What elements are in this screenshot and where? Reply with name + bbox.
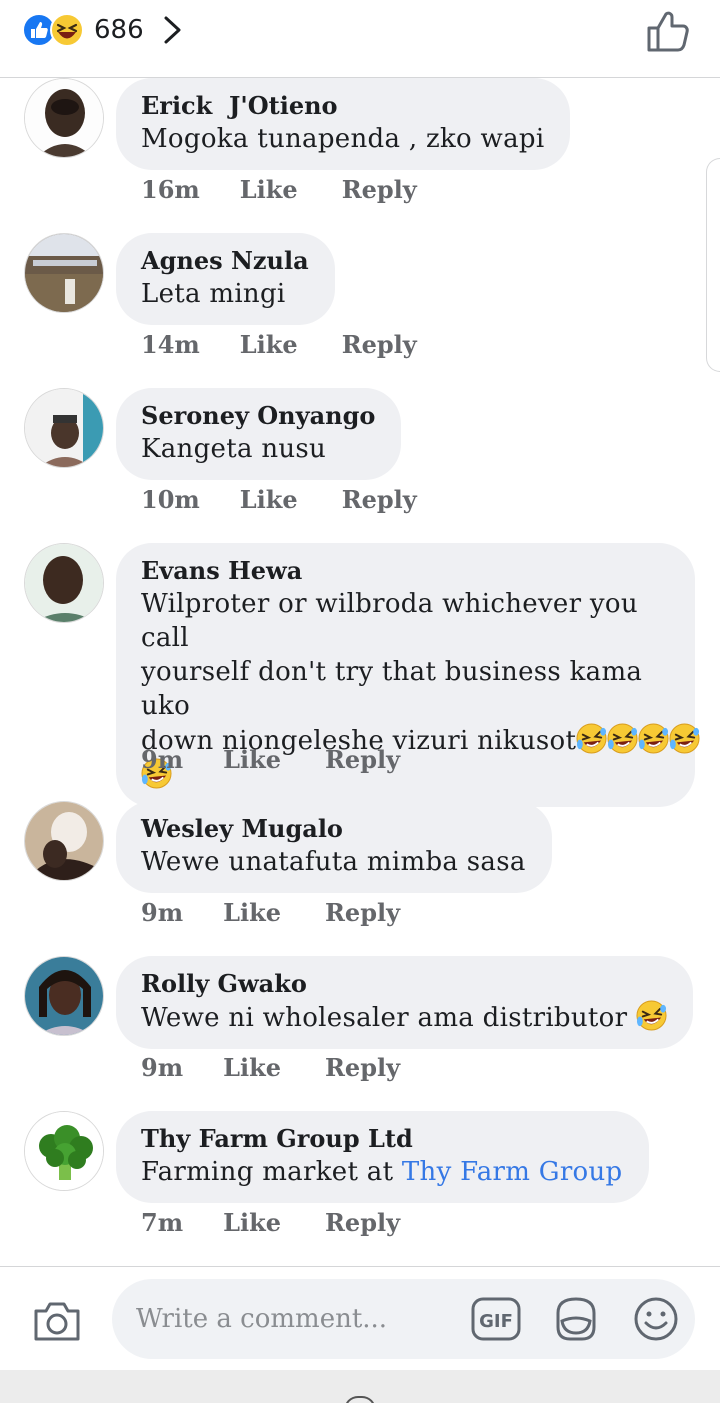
reaction-count[interactable]: 686 [94, 15, 144, 45]
comment-actions: 14m Like Reply [141, 330, 457, 360]
comment-text-line: yourself don't try that business kama uk… [141, 657, 643, 721]
home-indicator[interactable] [344, 1396, 376, 1403]
emoji-icon[interactable] [630, 1293, 682, 1345]
commenter-name[interactable]: Erick J'Otieno [141, 90, 544, 122]
commenter-name[interactable]: Agnes Nzula [141, 245, 309, 277]
comment-input-wrapper: GIF [112, 1279, 695, 1359]
comment-bubble[interactable]: Wesley Mugalo Wewe unatafuta mimba sasa [116, 801, 552, 893]
comment-time[interactable]: 10m [141, 485, 200, 515]
sticker-icon[interactable] [550, 1293, 602, 1345]
comment-text: Mogoka tunapenda , zko wapi [141, 124, 545, 154]
commenter-name[interactable]: Thy Farm Group Ltd [141, 1123, 623, 1155]
reply-link[interactable]: Reply [342, 330, 417, 360]
rofl-emoji-icon [636, 1000, 667, 1031]
comment-actions: 9m Like Reply [141, 1053, 440, 1083]
comment-actions: 16m Like Reply [141, 175, 457, 205]
avatar[interactable] [24, 388, 104, 468]
comment-time[interactable]: 7m [141, 1208, 183, 1238]
system-nav-bar [0, 1370, 720, 1403]
commenter-name[interactable]: Rolly Gwako [141, 968, 667, 1000]
like-link[interactable]: Like [223, 745, 281, 775]
like-link[interactable]: Like [240, 175, 298, 205]
like-link[interactable]: Like [240, 330, 298, 360]
commenter-name[interactable]: Seroney Onyango [141, 400, 375, 432]
comment-bubble[interactable]: Agnes Nzula Leta mingi [116, 233, 335, 325]
chevron-right-icon[interactable] [162, 15, 184, 45]
comment-text: Kangeta nusu [141, 434, 327, 464]
comment-bubble[interactable]: Thy Farm Group Ltd Farming market at Thy… [116, 1111, 649, 1203]
comment-actions: 9m Like Reply [141, 898, 440, 928]
reactions-summary[interactable]: 686 [22, 12, 184, 48]
rofl-emoji-icon [576, 723, 607, 754]
like-link[interactable]: Like [223, 898, 281, 928]
rofl-emoji-icon [669, 723, 700, 754]
avatar[interactable] [24, 801, 104, 881]
reply-link[interactable]: Reply [342, 175, 417, 205]
reply-link[interactable]: Reply [325, 898, 400, 928]
comment-text-with-link: Farming market at Thy Farm Group [141, 1155, 623, 1189]
haha-icon [50, 13, 84, 47]
like-button-icon[interactable] [646, 8, 692, 54]
page-mention-link[interactable]: Thy Farm Group [402, 1157, 623, 1187]
reactions-header: 686 [0, 0, 720, 78]
comment-time[interactable]: 9m [141, 745, 183, 775]
comment-text: Farming market at [141, 1157, 402, 1187]
reply-link[interactable]: Reply [325, 1053, 400, 1083]
comment-text: Wewe ni wholesaler ama distributor [141, 1003, 636, 1033]
rofl-emoji-icon [638, 723, 669, 754]
commenter-name[interactable]: Evans Hewa [141, 555, 669, 587]
gif-icon[interactable]: GIF [470, 1293, 522, 1345]
comment-time[interactable]: 9m [141, 1053, 183, 1083]
comment-actions: 7m Like Reply [141, 1208, 440, 1238]
comment-text: Leta mingi [141, 279, 286, 309]
comment-bubble[interactable]: Rolly Gwako Wewe ni wholesaler ama distr… [116, 956, 693, 1049]
comment-actions: 10m Like Reply [141, 485, 457, 515]
reply-link[interactable]: Reply [325, 745, 400, 775]
comment-actions: 9m Like Reply [141, 745, 440, 775]
svg-text:GIF: GIF [479, 1311, 513, 1332]
comment-text-with-emoji: Wewe ni wholesaler ama distributor [141, 1000, 667, 1035]
side-panel-edge [706, 158, 720, 372]
comment-time[interactable]: 16m [141, 175, 200, 205]
like-link[interactable]: Like [240, 485, 298, 515]
comment-input[interactable] [136, 1297, 456, 1341]
reply-link[interactable]: Reply [325, 1208, 400, 1238]
like-link[interactable]: Like [223, 1053, 281, 1083]
camera-icon[interactable] [32, 1299, 82, 1343]
avatar[interactable] [24, 233, 104, 313]
avatar[interactable] [24, 543, 104, 623]
comment-composer: GIF [0, 1266, 720, 1370]
avatar[interactable] [24, 78, 104, 158]
rofl-emoji-icon [607, 723, 638, 754]
comment-bubble[interactable]: Seroney Onyango Kangeta nusu [116, 388, 402, 480]
reply-link[interactable]: Reply [342, 485, 417, 515]
comment-text: Wewe unatafuta mimba sasa [141, 847, 526, 877]
comment-bubble[interactable]: Erick J'Otieno Mogoka tunapenda , zko wa… [116, 78, 571, 170]
like-link[interactable]: Like [223, 1208, 281, 1238]
comment-time[interactable]: 9m [141, 898, 183, 928]
comment-time[interactable]: 14m [141, 330, 200, 360]
comment-text-line: Wilproter or wilbroda whichever you call [141, 589, 638, 653]
commenter-name[interactable]: Wesley Mugalo [141, 813, 526, 845]
avatar[interactable] [24, 956, 104, 1036]
avatar[interactable] [24, 1111, 104, 1191]
